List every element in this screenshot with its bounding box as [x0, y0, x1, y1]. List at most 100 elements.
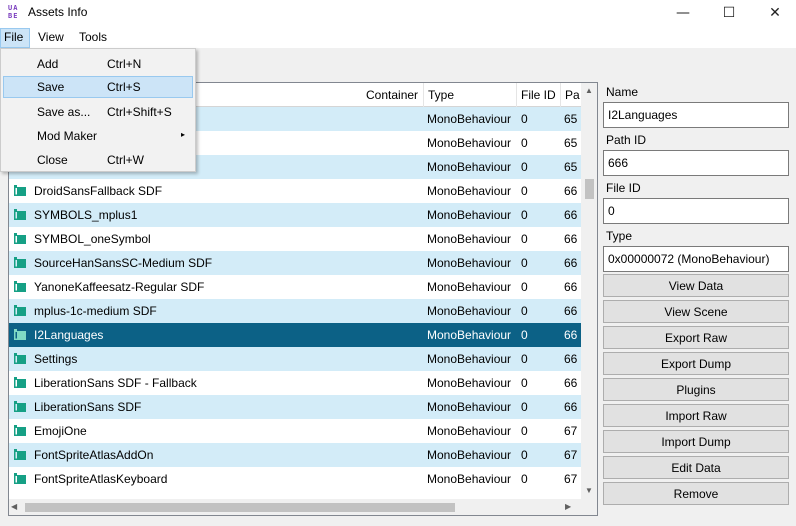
column-header-path-id[interactable]: Pa [561, 83, 581, 107]
horizontal-scrollbar[interactable]: ◀ ▶ [9, 499, 581, 515]
menu-tools[interactable]: Tools [75, 28, 111, 48]
window-title: Assets Info [28, 5, 88, 19]
table-row[interactable]: SourceHanSansSC-Medium SDF MonoBehaviour 0… [9, 251, 581, 275]
monobehaviour-icon [13, 352, 27, 365]
menu-file[interactable]: File [0, 28, 30, 48]
vertical-scroll-thumb[interactable] [585, 179, 594, 199]
name-field[interactable]: I2Languages [603, 102, 789, 128]
asset-file-id-cell: 0 [521, 208, 528, 222]
asset-type-cell: MonoBehaviour [427, 280, 512, 294]
asset-type-cell: MonoBehaviour [427, 112, 512, 126]
monobehaviour-icon [13, 376, 27, 389]
file-menu-dropdown: Add Ctrl+N Save Ctrl+S Save as... Ctrl+S… [0, 48, 196, 172]
table-row[interactable]: LiberationSans SDF MonoBehaviour 0 66 [9, 395, 581, 419]
asset-path-id-cell: 66 [564, 400, 578, 414]
table-row[interactable]: FontSpriteAtlasKeyboard MonoBehaviour 0 67 [9, 467, 581, 491]
menu-view[interactable]: View [34, 28, 68, 48]
asset-path-id-cell: 66 [564, 352, 578, 366]
asset-name-cell: EmojiOne [34, 424, 87, 438]
path-id-label: Path ID [606, 133, 647, 147]
close-icon: ✕ [769, 5, 781, 21]
maximize-button[interactable]: ☐ [706, 0, 752, 26]
asset-path-id-cell: 66 [564, 232, 578, 246]
import-raw-button[interactable]: Import Raw [603, 404, 789, 427]
asset-type-cell: MonoBehaviour [427, 376, 512, 390]
table-row[interactable]: FontSpriteAtlasAddOn MonoBehaviour 0 67 [9, 443, 581, 467]
asset-name-cell: mplus-1c-medium SDF [34, 304, 157, 318]
column-header-container[interactable]: Container [362, 83, 424, 107]
scroll-left-icon[interactable]: ◀ [11, 499, 23, 515]
asset-type-cell: MonoBehaviour [427, 304, 512, 318]
menu-bar: File View Tools [0, 26, 796, 48]
asset-path-id-cell: 65 [564, 160, 578, 174]
export-raw-button[interactable]: Export Raw [603, 326, 789, 349]
import-dump-button[interactable]: Import Dump [603, 430, 789, 453]
monobehaviour-icon [13, 424, 27, 437]
view-scene-button[interactable]: View Scene [603, 300, 789, 323]
asset-file-id-cell: 0 [521, 184, 528, 198]
table-row[interactable]: YanoneKaffeesatz-Regular SDF MonoBehaviou… [9, 275, 581, 299]
table-row[interactable]: DroidSansFallback SDF MonoBehaviour 0 66 [9, 179, 581, 203]
asset-type-cell: MonoBehaviour [427, 208, 512, 222]
scrollbar-corner [581, 499, 597, 515]
vertical-scrollbar[interactable]: ▲ ▼ [581, 83, 597, 499]
view-data-button[interactable]: View Data [603, 274, 789, 297]
scroll-up-icon[interactable]: ▲ [581, 83, 597, 99]
table-row[interactable]: SYMBOLS_mplus1 MonoBehaviour 0 66 [9, 203, 581, 227]
type-field[interactable]: 0x00000072 (MonoBehaviour) [603, 246, 789, 272]
asset-path-id-cell: 67 [564, 424, 578, 438]
monobehaviour-icon [13, 208, 27, 221]
monobehaviour-icon [13, 400, 27, 413]
asset-file-id-cell: 0 [521, 376, 528, 390]
scroll-down-icon[interactable]: ▼ [581, 483, 597, 499]
menu-item-save-as[interactable]: Save as... Ctrl+Shift+S [3, 101, 193, 123]
table-row[interactable]: Settings MonoBehaviour 0 66 [9, 347, 581, 371]
table-row[interactable]: mplus-1c-medium SDF MonoBehaviour 0 66 [9, 299, 581, 323]
asset-path-id-cell: 66 [564, 280, 578, 294]
name-label: Name [606, 85, 639, 99]
asset-type-cell: MonoBehaviour [427, 160, 512, 174]
asset-file-id-cell: 0 [521, 328, 528, 342]
export-dump-button[interactable]: Export Dump [603, 352, 789, 375]
asset-name-cell: SYMBOLS_mplus1 [34, 208, 138, 222]
minimize-button[interactable]: — [660, 0, 706, 26]
menu-item-close[interactable]: Close Ctrl+W [3, 149, 193, 171]
asset-path-id-cell: 66 [564, 376, 578, 390]
remove-button[interactable]: Remove [603, 482, 789, 505]
monobehaviour-icon [13, 448, 27, 461]
asset-path-id-cell: 66 [564, 208, 578, 222]
path-id-field[interactable]: 666 [603, 150, 789, 176]
asset-path-id-cell: 65 [564, 112, 578, 126]
file-id-field[interactable]: 0 [603, 198, 789, 224]
close-window-button[interactable]: ✕ [752, 0, 796, 26]
asset-file-id-cell: 0 [521, 352, 528, 366]
plugins-button[interactable]: Plugins [603, 378, 789, 401]
table-row[interactable]: EmojiOne MonoBehaviour 0 67 [9, 419, 581, 443]
asset-path-id-cell: 67 [564, 448, 578, 462]
menu-item-mod-maker[interactable]: Mod Maker ▸ [3, 125, 193, 147]
asset-type-cell: MonoBehaviour [427, 400, 512, 414]
scroll-right-icon[interactable]: ▶ [565, 499, 577, 515]
table-row[interactable]: I2Languages MonoBehaviour 0 66 [9, 323, 581, 347]
asset-file-id-cell: 0 [521, 232, 528, 246]
column-header-type[interactable]: Type [424, 83, 517, 107]
monobehaviour-icon [13, 232, 27, 245]
asset-name-cell: I2Languages [34, 328, 104, 342]
asset-type-cell: MonoBehaviour [427, 352, 512, 366]
minimize-icon: — [676, 5, 690, 21]
table-row[interactable]: LiberationSans SDF - Fallback MonoBehavio… [9, 371, 581, 395]
asset-path-id-cell: 66 [564, 304, 578, 318]
horizontal-scroll-thumb[interactable] [25, 503, 455, 512]
column-header-file-id[interactable]: File ID [517, 83, 561, 107]
asset-type-cell: MonoBehaviour [427, 184, 512, 198]
assets-info-window: UA BE Assets Info — ☐ ✕ File View Tools … [0, 0, 796, 526]
monobehaviour-icon [13, 328, 27, 341]
title-bar: UA BE Assets Info — ☐ ✕ [0, 0, 796, 26]
menu-item-add[interactable]: Add Ctrl+N [3, 53, 193, 75]
table-row[interactable]: SYMBOL_oneSymbol MonoBehaviour 0 66 [9, 227, 581, 251]
monobehaviour-icon [13, 472, 27, 485]
menu-item-save[interactable]: Save Ctrl+S [3, 76, 193, 98]
app-logo-icon: UA BE [8, 4, 19, 20]
edit-data-button[interactable]: Edit Data [603, 456, 789, 479]
asset-name-cell: LiberationSans SDF - Fallback [34, 376, 197, 390]
